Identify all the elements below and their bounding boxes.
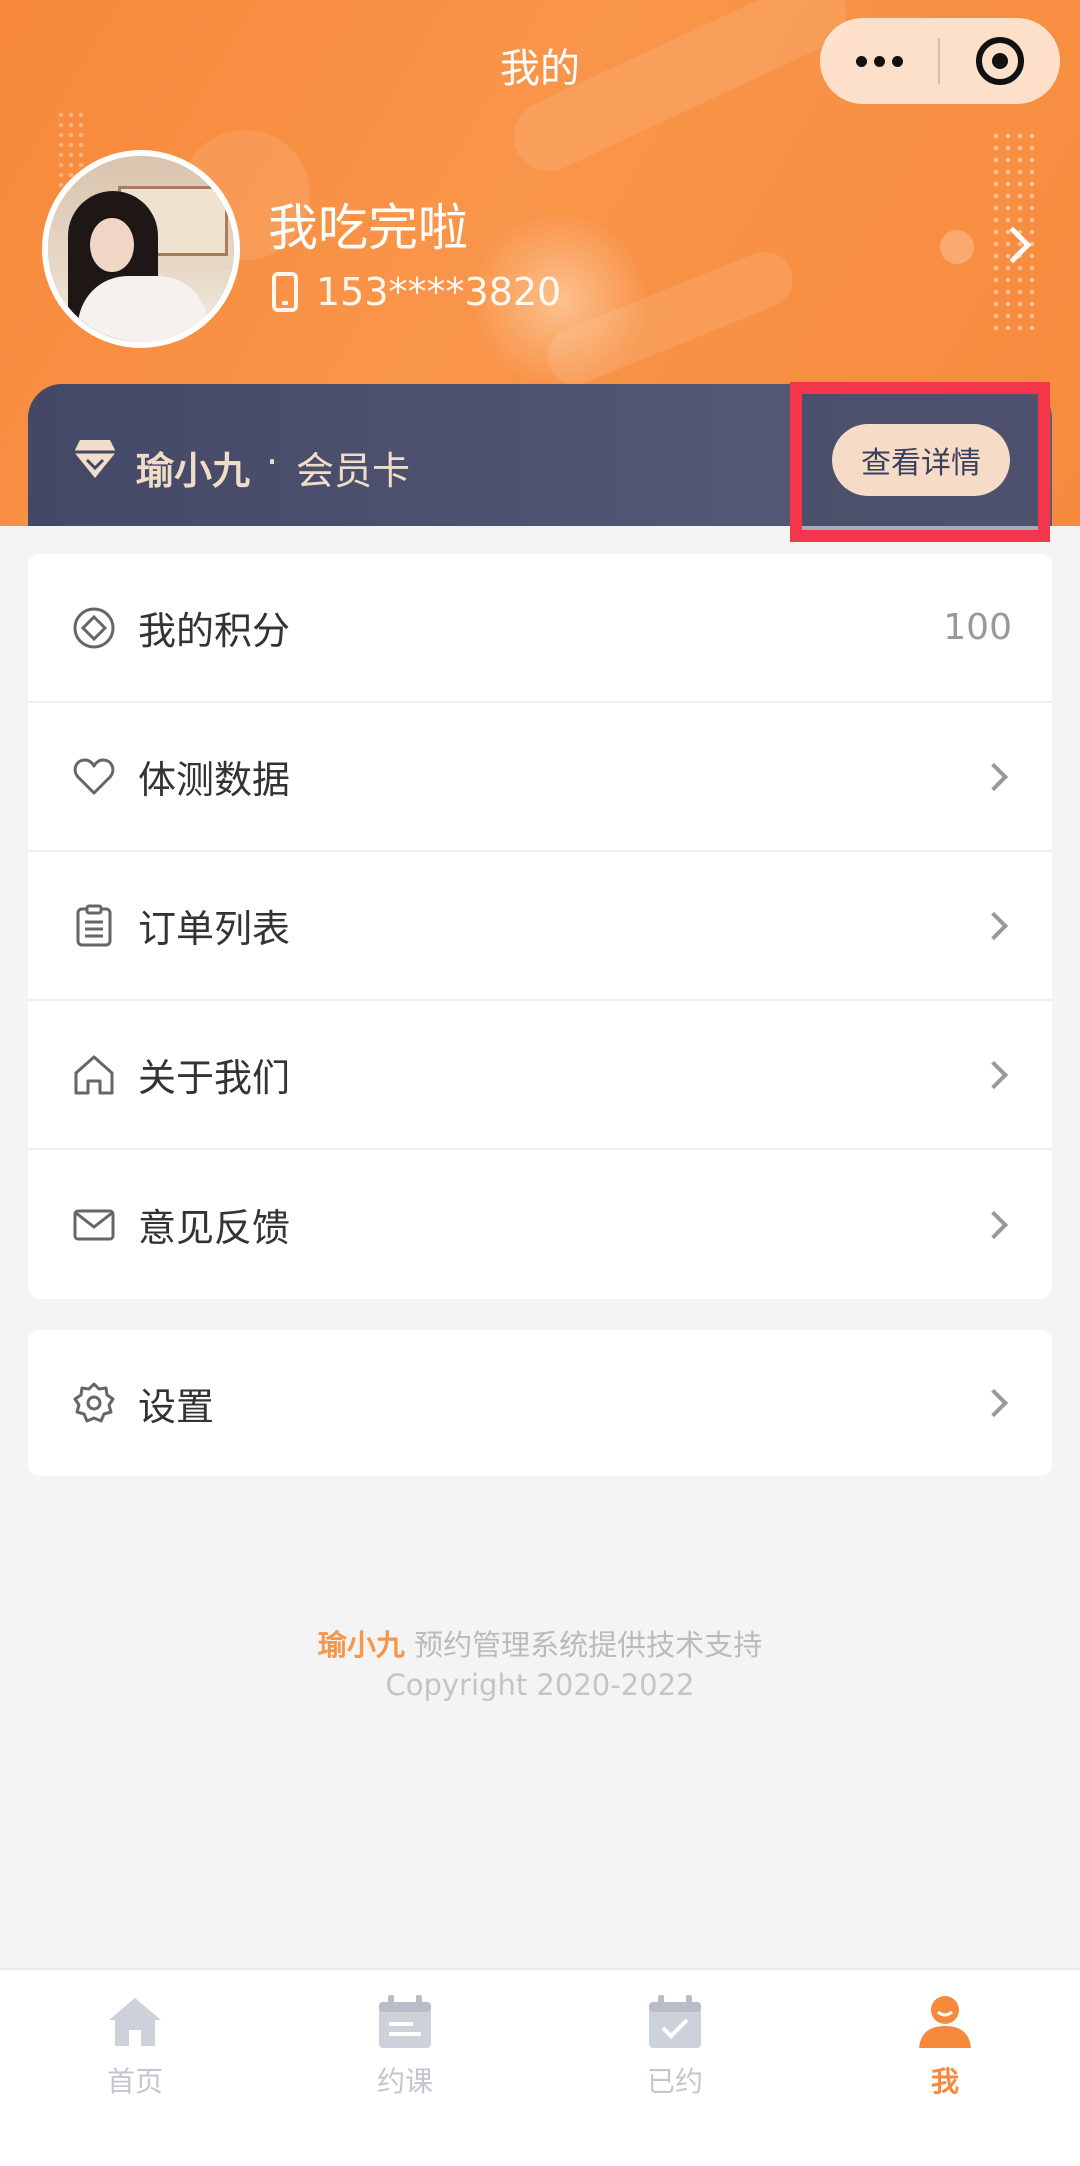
gear-icon [72,1381,116,1425]
calendar-icon [375,1992,435,2052]
heart-icon [72,755,116,799]
tab-label: 已约 [646,2065,703,2098]
calendar-check-icon [645,1992,705,2052]
bottom-tabbar: 首页 约课 已约 我 [0,1968,1080,2166]
home-icon [72,1053,116,1097]
clipboard-list-icon [72,904,116,948]
footer-support-text: 预约管理系统提供技术支持 [404,1628,763,1662]
card-separator: · [266,440,279,484]
chevron-right-icon [979,1060,1009,1089]
menu-item-settings[interactable]: 设置 [28,1330,1052,1476]
mobile-phone-icon [272,272,298,312]
menu-item-label: 意见反馈 [138,1206,291,1250]
menu-item-body-test[interactable]: 体测数据 [28,703,1052,852]
tab-book-class[interactable]: 约课 [270,1970,540,2166]
chevron-right-icon [979,1210,1009,1239]
home-icon [105,1992,165,2052]
user-icon [915,1992,975,2052]
menu-item-label: 订单列表 [138,907,291,951]
points-icon [72,606,116,650]
phone-row: 153****3820 [272,270,561,314]
mail-icon [72,1203,116,1247]
chevron-right-icon [979,1388,1009,1418]
miniprogram-capsule [820,18,1060,104]
menu-item-label: 体测数据 [138,758,291,802]
card-brand: 瑜小九 [136,449,251,493]
menu-item-label: 设置 [138,1384,215,1429]
header-decoration [940,230,974,264]
menu-list: 我的积分 100 体测数据 订单列表 关于我们 意见反馈 [28,554,1052,1299]
tab-me[interactable]: 我 [810,1970,1080,2166]
tab-label: 我 [930,2065,959,2098]
target-icon[interactable] [940,18,1060,104]
tab-booked[interactable]: 已约 [540,1970,810,2166]
menu-item-orders[interactable]: 订单列表 [28,852,1052,1001]
support-text: 瑜小九 预约管理系统提供技术支持 [0,1622,1080,1664]
view-details-button[interactable]: 查看详情 [832,424,1010,496]
menu-item-about[interactable]: 关于我们 [28,1001,1052,1150]
copyright-text: Copyright 2020-2022 [385,1668,695,1702]
avatar[interactable] [42,150,240,348]
menu-item-label: 关于我们 [138,1056,291,1100]
tab-label: 约课 [376,2065,433,2098]
diamond-icon [74,440,116,478]
menu-item-points[interactable]: 我的积分 100 [28,554,1052,703]
points-value: 100 [943,607,1012,648]
tab-label: 首页 [106,2065,163,2098]
settings-card: 设置 [28,1330,1052,1476]
card-label: 会员卡 [296,449,411,493]
chevron-right-icon [979,762,1009,791]
menu-item-label: 我的积分 [138,609,291,653]
user-name: 我吃完啦 [268,199,468,257]
ellipsis-icon[interactable] [820,18,938,104]
footer-brand: 瑜小九 [317,1628,405,1662]
tab-home[interactable]: 首页 [0,1970,270,2166]
phone-number: 153****3820 [316,270,562,314]
chevron-right-icon [979,911,1009,940]
menu-item-feedback[interactable]: 意见反馈 [28,1150,1052,1299]
